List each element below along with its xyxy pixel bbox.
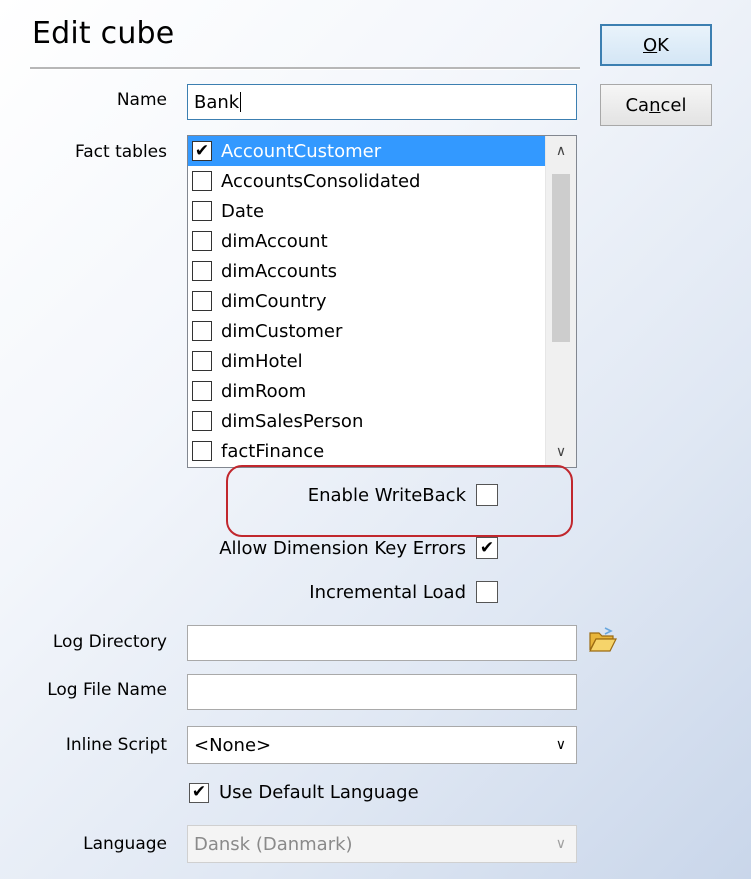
inline-script-label: Inline Script [65, 735, 167, 755]
fact-tables-items: ✔ AccountCustomer AccountsConsolidated Date… [188, 136, 546, 466]
language-select: Dansk (Danmark) ∨ [187, 825, 577, 863]
log-file-name-input[interactable] [187, 674, 577, 710]
list-item-label: dimAccounts [221, 260, 338, 282]
ok-button-mnemonic: O [643, 34, 658, 56]
list-item[interactable]: dimHotel [188, 346, 546, 376]
list-item-checkbox[interactable] [192, 291, 212, 311]
list-item-label: dimSalesPerson [221, 410, 364, 432]
fact-tables-label: Fact tables [75, 142, 167, 162]
list-item-label: dimCountry [221, 290, 327, 312]
name-input-value: Bank [194, 91, 240, 113]
text-caret [240, 92, 242, 112]
incremental-load-option[interactable]: Incremental Load [309, 581, 498, 603]
scroll-thumb[interactable] [552, 174, 570, 342]
list-item[interactable]: AccountsConsolidated [188, 166, 546, 196]
list-item-checkbox[interactable] [192, 231, 212, 251]
list-item-checkbox[interactable] [192, 201, 212, 221]
list-item-label: dimCustomer [221, 320, 343, 342]
allow-dimension-key-errors-option[interactable]: Allow Dimension Key Errors ✔ [219, 537, 498, 559]
list-item-label: dimRoom [221, 380, 307, 402]
ok-button-label: K [657, 34, 669, 56]
dialog: Edit cube OK Ca n cel Name Bank Fact table… [0, 0, 751, 879]
list-item-label: dimHotel [221, 350, 303, 372]
list-item-label: dimAccount [221, 230, 328, 252]
log-file-name-label: Log File Name [47, 680, 167, 700]
name-label: Name [116, 90, 167, 110]
list-item[interactable]: dimRoom [188, 376, 546, 406]
list-item-checkbox[interactable] [192, 351, 212, 371]
list-item[interactable]: dimCountry [188, 286, 546, 316]
allow-dimension-key-errors-checkbox[interactable]: ✔ [476, 537, 498, 559]
list-item[interactable]: dimSalesPerson [188, 406, 546, 436]
list-item-label: AccountCustomer [221, 140, 382, 162]
use-default-language-checkbox[interactable]: ✔ [189, 782, 209, 803]
language-label: Language [83, 834, 167, 854]
list-item-checkbox[interactable]: ✔ [192, 141, 212, 161]
enable-writeback-checkbox[interactable] [476, 484, 498, 506]
list-item-checkbox[interactable] [192, 321, 212, 341]
list-item[interactable]: dimCustomer [188, 316, 546, 346]
inline-script-value: <None> [194, 734, 272, 756]
title-divider [30, 67, 580, 70]
list-item[interactable]: dimAccounts [188, 256, 546, 286]
incremental-load-checkbox[interactable] [476, 581, 498, 603]
incremental-load-label: Incremental Load [309, 581, 466, 603]
fact-tables-scrollbar[interactable]: ∧ ∨ [545, 136, 576, 467]
enable-writeback-option[interactable]: Enable WriteBack [308, 484, 498, 506]
list-item[interactable]: dimAccount [188, 226, 546, 256]
scroll-up-icon[interactable]: ∧ [546, 136, 576, 166]
chevron-down-icon: ∨ [555, 836, 566, 852]
folder-open-icon[interactable] [588, 627, 618, 655]
chevron-down-icon: ∨ [555, 737, 566, 753]
allow-dimension-key-errors-label: Allow Dimension Key Errors [219, 537, 466, 559]
log-directory-input[interactable] [187, 625, 577, 661]
list-item-label: AccountsConsolidated [221, 170, 421, 192]
log-directory-label: Log Directory [52, 632, 167, 652]
cancel-button[interactable]: Ca n cel [600, 84, 712, 126]
cancel-button-label-end: cel [660, 94, 687, 116]
list-item-checkbox[interactable] [192, 411, 212, 431]
list-item-checkbox[interactable] [192, 171, 212, 191]
inline-script-select[interactable]: <None> ∨ [187, 726, 577, 764]
list-item[interactable]: factFinance [188, 436, 546, 466]
cancel-button-label-start: Ca [625, 94, 650, 116]
ok-button[interactable]: OK [600, 24, 712, 66]
fact-tables-list[interactable]: ✔ AccountCustomer AccountsConsolidated Date… [187, 135, 577, 468]
list-item[interactable]: ✔ AccountCustomer [188, 136, 546, 166]
list-item[interactable]: Date [188, 196, 546, 226]
language-value: Dansk (Danmark) [194, 833, 353, 855]
name-input[interactable]: Bank [187, 84, 577, 120]
list-item-checkbox[interactable] [192, 441, 212, 461]
list-item-checkbox[interactable] [192, 381, 212, 401]
list-item-label: Date [221, 200, 265, 222]
enable-writeback-label: Enable WriteBack [307, 484, 466, 506]
list-item-checkbox[interactable] [192, 261, 212, 281]
dialog-title: Edit cube [32, 16, 175, 51]
use-default-language-option[interactable]: ✔ Use Default Language [189, 782, 419, 803]
list-item-label: factFinance [221, 440, 325, 462]
scroll-down-icon[interactable]: ∨ [546, 437, 576, 467]
cancel-button-mnemonic: n [649, 94, 661, 116]
use-default-language-label: Use Default Language [219, 782, 419, 803]
